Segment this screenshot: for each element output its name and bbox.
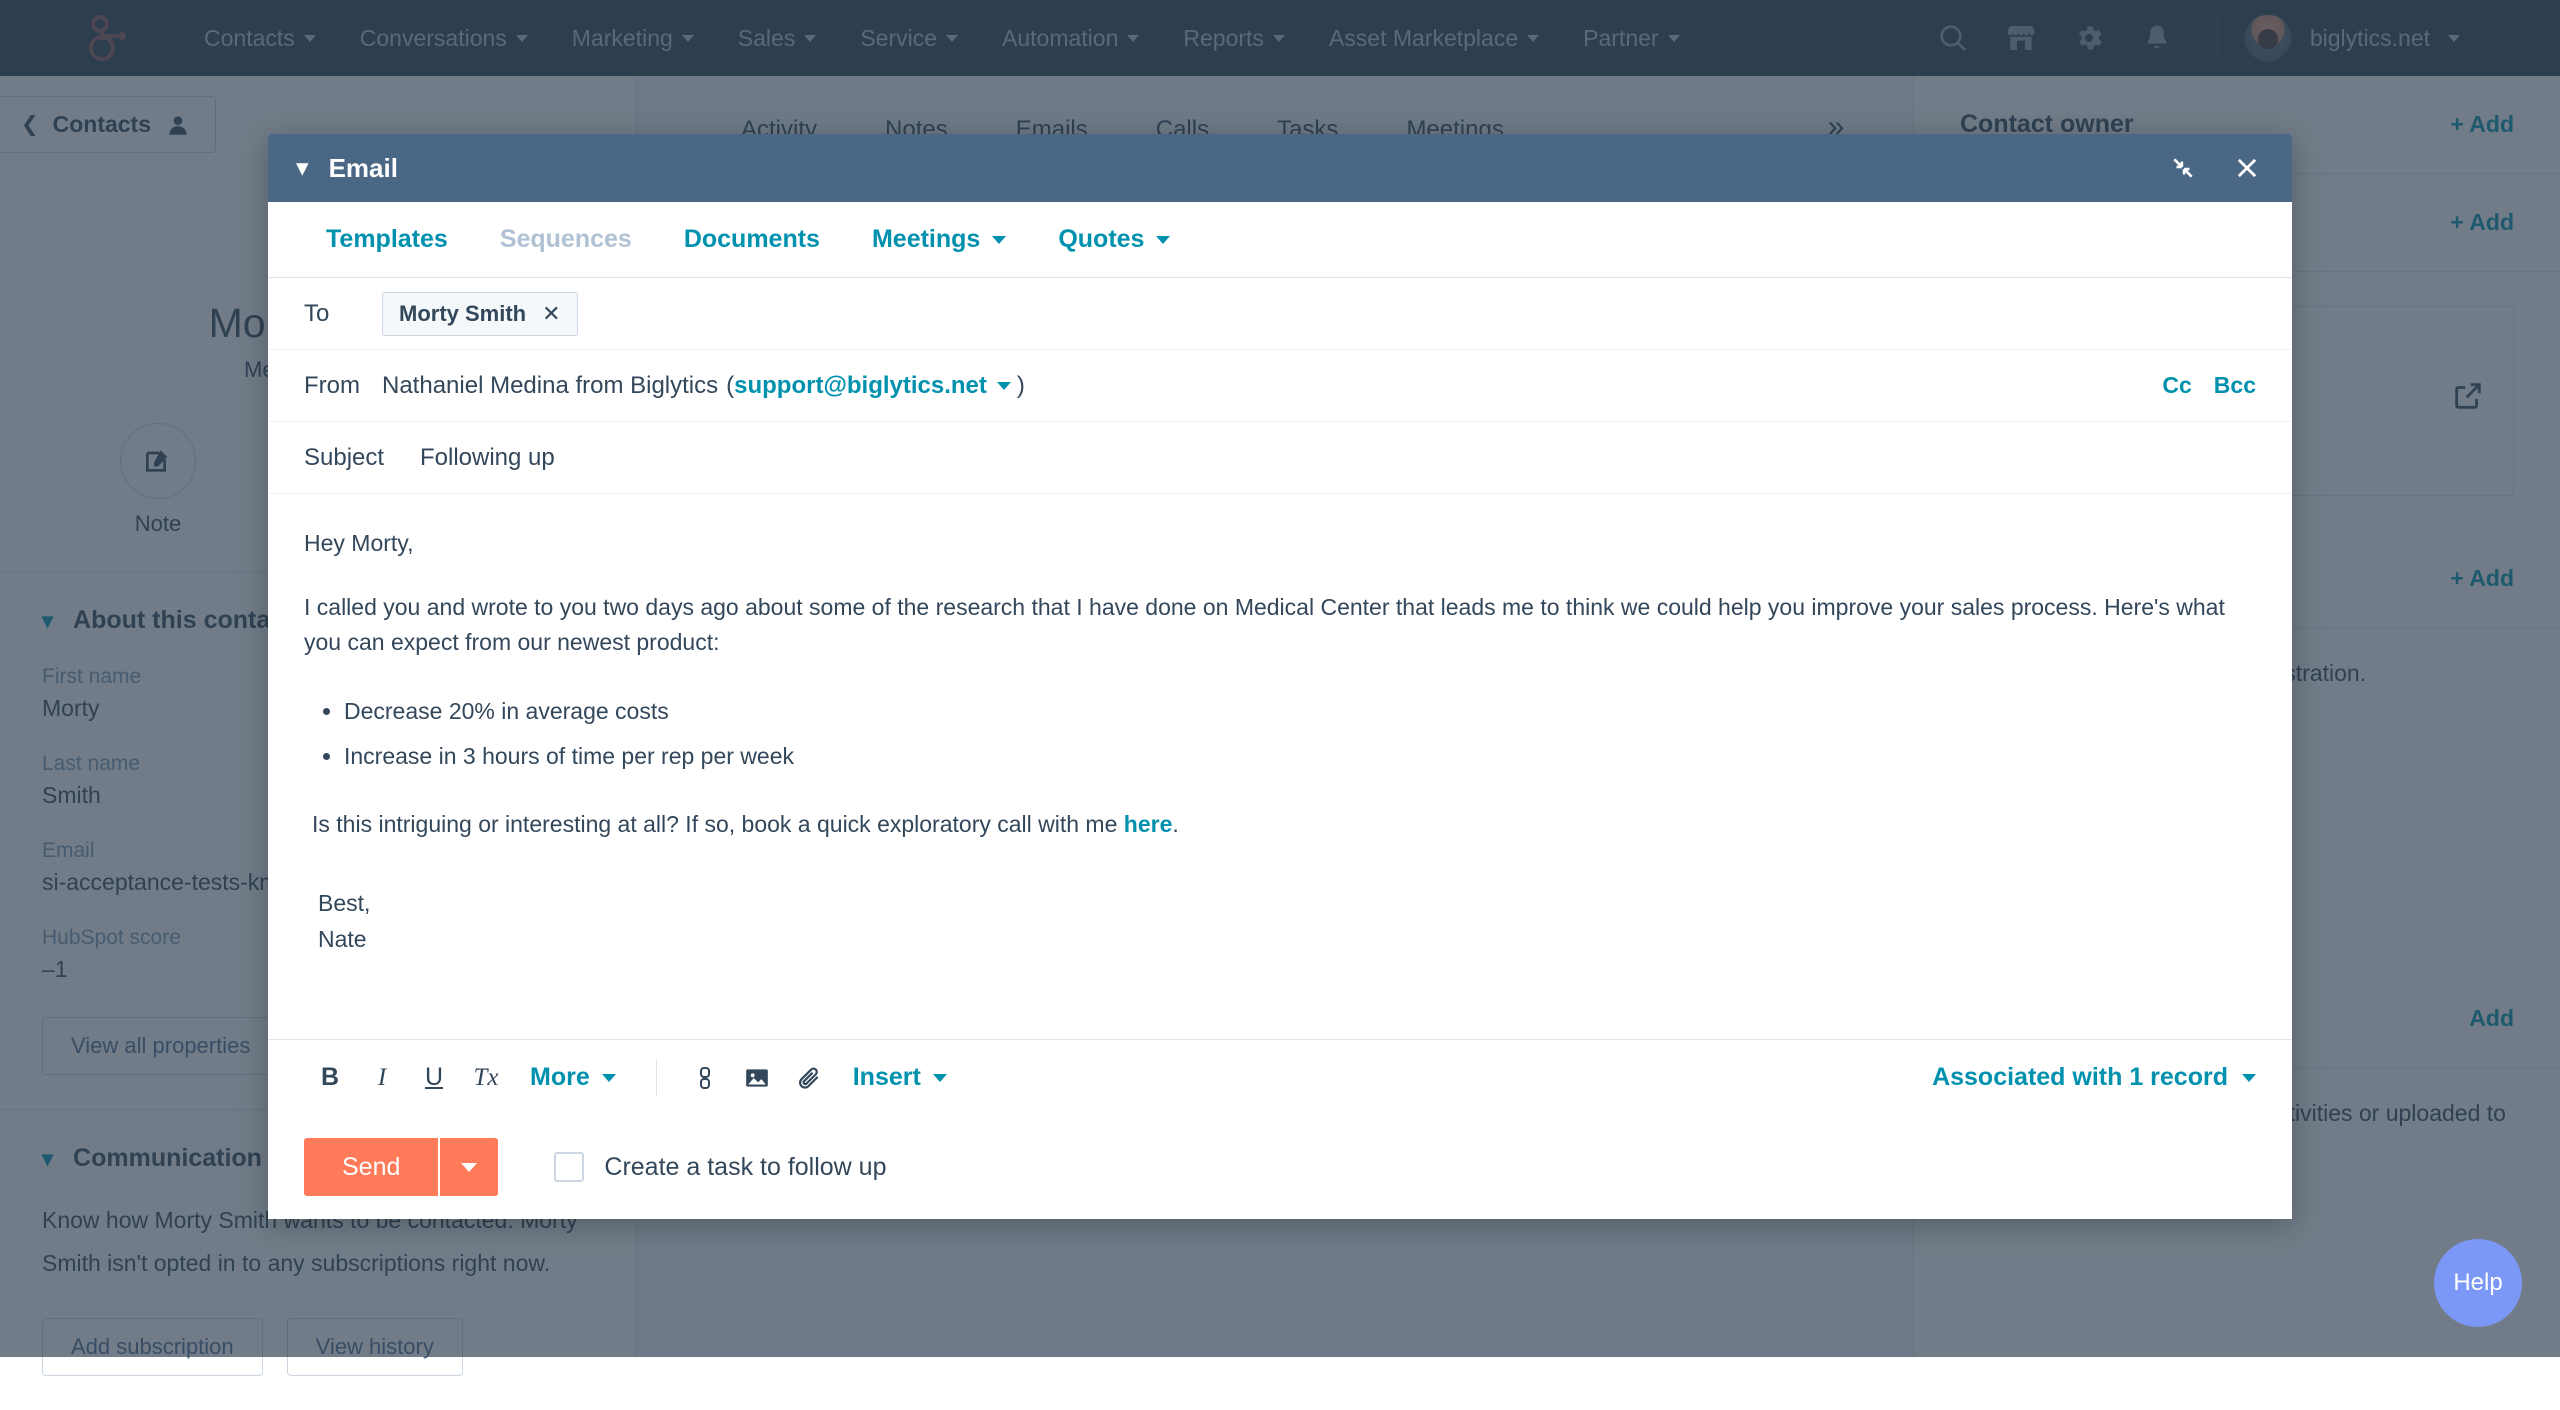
from-label: From bbox=[304, 372, 382, 400]
booking-link[interactable]: here bbox=[1124, 811, 1173, 837]
tab-label: Quotes bbox=[1058, 225, 1144, 254]
clear-formatting-button[interactable]: Tx bbox=[460, 1052, 512, 1104]
cc-link[interactable]: Cc bbox=[2162, 372, 2191, 399]
subject-input[interactable]: Following up bbox=[420, 444, 555, 472]
chevron-down-icon[interactable] bbox=[997, 382, 1011, 390]
body-signature: Nate bbox=[318, 922, 2256, 958]
chevron-down-icon bbox=[1156, 236, 1170, 244]
modal-header-actions bbox=[2166, 151, 2264, 185]
bcc-link[interactable]: Bcc bbox=[2214, 372, 2256, 399]
body-paragraph-1: I called you and wrote to you two days a… bbox=[304, 590, 2256, 661]
underline-button[interactable]: U bbox=[408, 1052, 460, 1104]
to-label: To bbox=[304, 300, 382, 328]
body-greeting: Hey Morty, bbox=[304, 526, 2256, 562]
tab-meetings[interactable]: Meetings bbox=[846, 225, 1032, 254]
bullet-item: Increase in 3 hours of time per rep per … bbox=[344, 734, 2256, 779]
associated-label: Associated with 1 record bbox=[1932, 1063, 2228, 1092]
close-x-icon[interactable]: ✕ bbox=[542, 301, 560, 327]
more-label: More bbox=[530, 1063, 590, 1092]
email-composer-modal: ▾ Email Templates Sequences Documents bbox=[268, 134, 2292, 1219]
tab-label: Sequences bbox=[500, 225, 632, 254]
italic-button[interactable]: I bbox=[356, 1052, 408, 1104]
help-button[interactable]: Help bbox=[2434, 1239, 2522, 1327]
insert-menu[interactable]: Insert bbox=[835, 1063, 965, 1092]
recipient-name: Morty Smith bbox=[399, 301, 526, 327]
modal-title: Email bbox=[329, 153, 398, 184]
cc-bcc-links: Cc Bcc bbox=[2162, 372, 2256, 399]
recipient-chip[interactable]: Morty Smith ✕ bbox=[382, 292, 578, 336]
modal-header: ▾ Email bbox=[268, 134, 2292, 202]
chevron-down-icon[interactable]: ▾ bbox=[296, 156, 309, 181]
tab-label: Meetings bbox=[872, 225, 980, 254]
to-field-row: To Morty Smith ✕ bbox=[268, 278, 2292, 350]
caret-down-icon bbox=[461, 1163, 477, 1172]
close-paren: ) bbox=[1017, 372, 1025, 400]
chevron-down-icon bbox=[992, 236, 1006, 244]
link-icon[interactable] bbox=[679, 1052, 731, 1104]
subject-field-row: Subject Following up bbox=[268, 422, 2292, 494]
email-body-editor[interactable]: Hey Morty, I called you and wrote to you… bbox=[268, 494, 2292, 1039]
chevron-down-icon bbox=[933, 1074, 947, 1082]
composer-tool-tabs: Templates Sequences Documents Meetings Q… bbox=[268, 202, 2292, 278]
body-sign-off: Best, bbox=[318, 886, 2256, 922]
create-task-checkbox[interactable] bbox=[554, 1152, 584, 1182]
more-formatting-menu[interactable]: More bbox=[512, 1063, 634, 1092]
send-button-group: Send bbox=[304, 1138, 498, 1196]
tab-label: Templates bbox=[326, 225, 448, 254]
close-x-icon[interactable] bbox=[2230, 151, 2264, 185]
toolbar-divider bbox=[656, 1060, 657, 1096]
body-bullet-list: Decrease 20% in average costs Increase i… bbox=[344, 689, 2256, 779]
tab-quotes[interactable]: Quotes bbox=[1032, 225, 1196, 254]
tab-documents[interactable]: Documents bbox=[658, 225, 846, 254]
subject-label: Subject bbox=[304, 444, 420, 472]
create-task-label: Create a task to follow up bbox=[604, 1153, 886, 1182]
body-closing-paragraph: Is this intriguing or interesting at all… bbox=[312, 807, 2256, 843]
collapse-arrows-icon[interactable] bbox=[2166, 151, 2200, 185]
chevron-down-icon bbox=[602, 1074, 616, 1082]
insert-label: Insert bbox=[853, 1063, 921, 1092]
associated-records-menu[interactable]: Associated with 1 record bbox=[1932, 1063, 2256, 1092]
send-bar: Send Create a task to follow up bbox=[268, 1115, 2292, 1219]
chevron-down-icon bbox=[2242, 1074, 2256, 1082]
rich-text-toolbar: B I U Tx More Insert bbox=[268, 1039, 2292, 1115]
closing-suffix: . bbox=[1172, 811, 1178, 837]
from-field-row: From Nathaniel Medina from Biglytics ( s… bbox=[268, 350, 2292, 422]
paperclip-icon[interactable] bbox=[783, 1052, 835, 1104]
closing-prefix: Is this intriguing or interesting at all… bbox=[312, 811, 1124, 837]
sender-email-select[interactable]: support@biglytics.net bbox=[734, 372, 987, 400]
open-paren: ( bbox=[726, 372, 734, 400]
bullet-item: Decrease 20% in average costs bbox=[344, 689, 2256, 734]
tab-label: Documents bbox=[684, 225, 820, 254]
tab-templates[interactable]: Templates bbox=[300, 225, 474, 254]
send-options-dropdown[interactable] bbox=[438, 1138, 498, 1196]
image-icon[interactable] bbox=[731, 1052, 783, 1104]
bold-button[interactable]: B bbox=[304, 1052, 356, 1104]
tab-sequences[interactable]: Sequences bbox=[474, 225, 658, 254]
send-button[interactable]: Send bbox=[304, 1138, 438, 1196]
create-task-checkbox-row[interactable]: Create a task to follow up bbox=[554, 1152, 886, 1182]
sender-name: Nathaniel Medina from Biglytics bbox=[382, 372, 718, 400]
